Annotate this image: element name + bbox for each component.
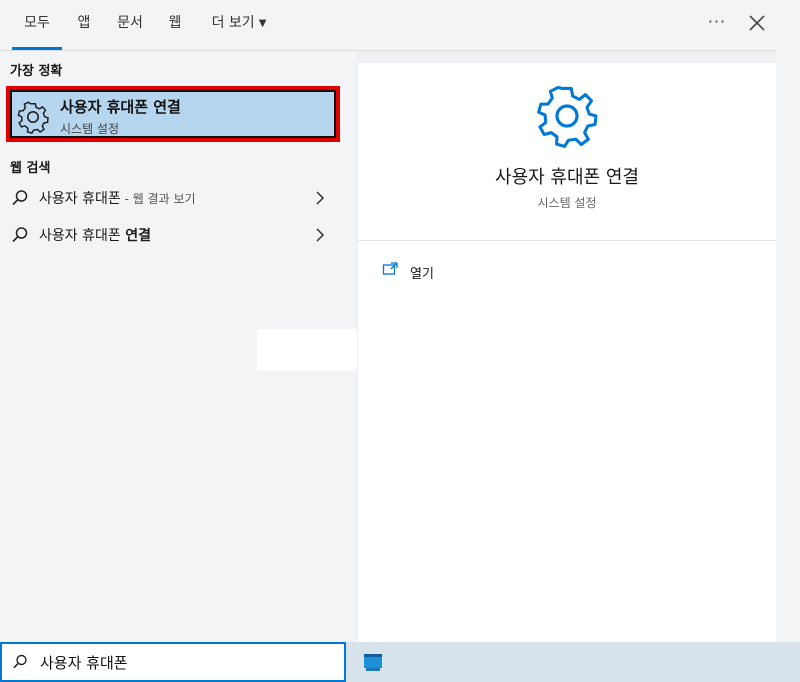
chevron-right-icon xyxy=(316,191,325,205)
best-match-focus-outline: 사용자 휴대폰 연결 시스템 설정 xyxy=(10,90,336,138)
search-icon xyxy=(13,654,27,669)
detail-title: 사용자 휴대폰 연결 xyxy=(495,167,639,188)
close-button[interactable] xyxy=(745,10,769,36)
open-action-label: 열기 xyxy=(410,267,434,282)
more-options-button[interactable]: ··· xyxy=(703,8,731,38)
detail-subtitle: 시스템 설정 xyxy=(537,196,597,210)
web-result-item[interactable]: 사용자 휴대폰 연결 xyxy=(0,218,356,252)
gear-icon xyxy=(17,101,49,134)
best-match-subtitle: 시스템 설정 xyxy=(60,122,120,136)
web-result-query: 사용자 휴대폰 xyxy=(39,228,126,244)
best-match-heading: 가장 정확 xyxy=(10,64,63,79)
search-bar[interactable] xyxy=(0,642,346,682)
best-match-title: 사용자 휴대폰 연결 xyxy=(60,98,181,116)
tab-web[interactable]: 웹 xyxy=(162,0,188,50)
tab-apps[interactable]: 앱 xyxy=(72,0,96,50)
filter-tab-bar: 모두 앱 문서 웹 더 보기 ▼ ··· xyxy=(0,0,800,51)
blank-panel xyxy=(257,329,357,371)
tab-web-label: 웹 xyxy=(168,15,182,31)
tab-apps-label: 앱 xyxy=(77,15,91,31)
search-input[interactable] xyxy=(40,651,330,673)
web-result-item[interactable]: 사용자 휴대폰 - 웹 결과 보기 xyxy=(0,181,356,215)
open-window-icon xyxy=(382,262,398,275)
right-margin xyxy=(776,50,800,642)
best-match-result[interactable]: 사용자 휴대폰 연결 시스템 설정 xyxy=(6,86,340,142)
tab-more-label: 더 보기 xyxy=(211,15,255,31)
tab-documents-label: 문서 xyxy=(117,15,143,31)
tab-documents[interactable]: 문서 xyxy=(110,0,150,50)
tab-all[interactable]: 모두 xyxy=(12,0,62,50)
close-icon xyxy=(749,15,765,31)
search-icon xyxy=(12,227,28,243)
gear-icon xyxy=(537,85,598,148)
web-result-query: 사용자 휴대폰 xyxy=(39,191,121,207)
chevron-right-icon xyxy=(316,228,325,242)
app-icon[interactable] xyxy=(362,652,384,674)
search-icon xyxy=(12,190,28,206)
detail-pane: 사용자 휴대폰 연결 시스템 설정 열기 xyxy=(358,63,776,642)
web-result-hint: - 웹 결과 보기 xyxy=(120,192,196,206)
tab-all-label: 모두 xyxy=(24,15,50,31)
divider xyxy=(358,240,776,241)
chevron-down-icon: ▼ xyxy=(258,18,267,29)
tab-more[interactable]: 더 보기 ▼ xyxy=(202,0,276,50)
taskbar xyxy=(346,642,800,682)
web-search-heading: 웹 검색 xyxy=(10,161,51,176)
web-result-query-bold: 연결 xyxy=(125,228,151,244)
